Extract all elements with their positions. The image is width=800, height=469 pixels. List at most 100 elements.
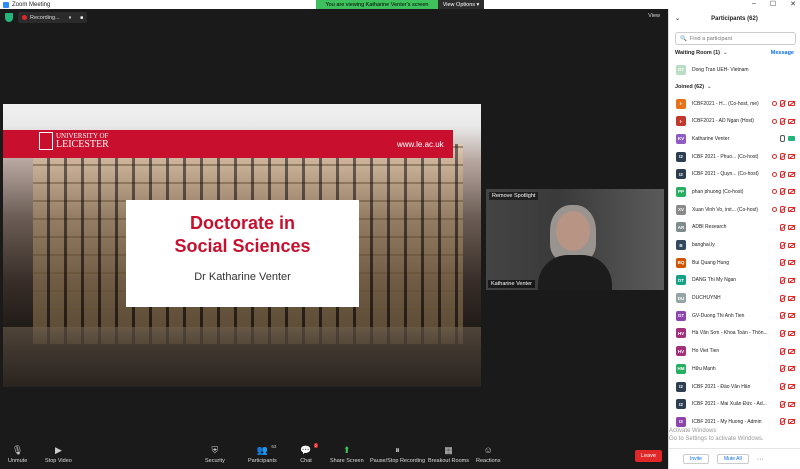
close-button[interactable]: ✕ bbox=[790, 0, 796, 8]
participants-header: ⌄ Participants (62) bbox=[669, 9, 800, 28]
participant-row[interactable]: I2 ICBF 2021 - Quyn... (Co-host) bbox=[669, 165, 800, 183]
participant-row[interactable]: Bbanghai.ly bbox=[669, 236, 800, 254]
microphone-muted-icon[interactable] bbox=[780, 400, 785, 408]
participants-button[interactable]: 👥 63 Participants bbox=[248, 444, 277, 464]
microphone-muted-icon[interactable] bbox=[780, 329, 785, 337]
participant-row[interactable]: I2 ICBF 2021 - Phuo... (Co-host) bbox=[669, 148, 800, 166]
mute-all-button[interactable]: Mute All bbox=[716, 454, 749, 464]
chevron-down-icon: ⌄ bbox=[707, 83, 712, 90]
avatar: I2 bbox=[676, 169, 686, 180]
leave-button[interactable]: Leave bbox=[635, 450, 662, 462]
breakout-rooms-button[interactable]: ▦ Breakout Rooms bbox=[428, 444, 469, 465]
participant-row[interactable]: AR ADBI Research bbox=[669, 219, 800, 237]
pause-recording-icon[interactable]: ⏸ bbox=[69, 15, 72, 21]
search-icon: 🔍 bbox=[680, 35, 687, 42]
breakout-rooms-icon: ▦ bbox=[444, 444, 453, 455]
recording-icon bbox=[772, 118, 777, 124]
view-button[interactable]: View bbox=[648, 13, 660, 19]
microphone-muted-icon[interactable] bbox=[780, 170, 785, 178]
invite-button[interactable]: Invite bbox=[683, 454, 709, 464]
recording-icon bbox=[772, 207, 777, 213]
microphone-muted-icon[interactable] bbox=[780, 117, 785, 125]
participant-row[interactable]: BQ Bui Quang Hung bbox=[669, 254, 800, 272]
participant-row[interactable]: I2 ICBF 2021 - Mai Xuân Đức - Ad... bbox=[669, 395, 800, 413]
slide-url: www.le.ac.uk bbox=[397, 140, 444, 149]
participant-row[interactable]: DT Dong Tran UEH- Vietnam bbox=[669, 61, 800, 79]
participant-row[interactable]: HM Hữu Mạnh bbox=[669, 360, 800, 378]
participant-row[interactable]: DU DUCHUYNH bbox=[669, 289, 800, 307]
search-input[interactable]: 🔍 Find a participant bbox=[675, 32, 796, 45]
shield-icon[interactable] bbox=[5, 13, 13, 22]
microphone-muted-icon[interactable] bbox=[780, 294, 785, 302]
participant-row[interactable]: XV Xuan Vinh Vo, irst... (Co-host) bbox=[669, 201, 800, 219]
participant-row[interactable]: HV Hà Văn Sơn - Khoa Toán - Thốn... bbox=[669, 325, 800, 343]
microphone-muted-icon[interactable] bbox=[780, 153, 785, 161]
reactions-button[interactable]: ☺ Reactions bbox=[476, 445, 500, 464]
microphone-muted-icon[interactable] bbox=[780, 312, 785, 320]
participant-name: Bui Quang Hung bbox=[692, 259, 729, 266]
meeting-area: Recording... ⏸ ■ You are viewing Kathari… bbox=[0, 0, 668, 441]
microphone-muted-icon[interactable] bbox=[780, 365, 785, 373]
microphone-icon[interactable] bbox=[780, 135, 785, 143]
participant-name: ICBF 2021 - Đào Văn Hân bbox=[692, 383, 751, 390]
participant-row[interactable]: KV Katharine Venter bbox=[669, 130, 800, 148]
microphone-muted-icon[interactable] bbox=[780, 206, 785, 214]
window-controls: – ☐ ✕ bbox=[752, 0, 796, 8]
participant-row[interactable]: GT GV-Duong Thi Anh Tien bbox=[669, 307, 800, 325]
participant-row[interactable]: I2 ICBF 2021 - Đào Văn Hân bbox=[669, 378, 800, 396]
video-off-icon bbox=[788, 224, 795, 230]
microphone-muted-icon[interactable] bbox=[780, 241, 785, 249]
more-options-icon[interactable]: ··· bbox=[757, 456, 764, 463]
chat-button[interactable]: 💬 2 Chat bbox=[300, 443, 318, 464]
microphone-muted-icon[interactable] bbox=[780, 223, 785, 231]
meeting-toolbar: 🎙 Unmute ▶ Stop Video ⛨ Security 👥 63 Par… bbox=[0, 441, 668, 469]
spotlight-video[interactable]: Remove Spotlight Katharine Venter bbox=[486, 189, 664, 290]
security-button[interactable]: ⛨ Security bbox=[205, 444, 225, 465]
slide-presenter: Dr Katharine Venter bbox=[194, 270, 291, 283]
participant-name: DANG Thi My Ngan bbox=[692, 277, 737, 284]
video-camera-icon bbox=[788, 136, 795, 142]
waiting-room-label: Waiting Room (1) bbox=[675, 50, 721, 56]
microphone-muted-icon[interactable] bbox=[780, 347, 785, 355]
microphone-muted-icon[interactable] bbox=[780, 383, 785, 391]
collapse-chevron-icon[interactable]: ⌄ bbox=[675, 15, 680, 22]
building-floor bbox=[3, 327, 481, 387]
participant-row[interactable]: I- ICBF2021 - H... (Co-host, me) bbox=[669, 95, 800, 113]
waiting-room-header[interactable]: Waiting Room (1) ⌄ Message bbox=[669, 45, 800, 61]
message-button[interactable]: Message bbox=[771, 50, 794, 56]
participant-name: ADBI Research bbox=[692, 224, 727, 231]
recording-icon bbox=[772, 171, 777, 177]
speaker-face bbox=[556, 211, 590, 251]
participant-row[interactable]: HV Ho Viet Tien bbox=[669, 342, 800, 360]
microphone-muted-icon[interactable] bbox=[780, 188, 785, 196]
joined-header[interactable]: Joined (62) ⌄ bbox=[669, 79, 800, 95]
unmute-button[interactable]: 🎙 Unmute bbox=[8, 445, 27, 465]
maximize-button[interactable]: ☐ bbox=[770, 0, 776, 8]
video-off-icon bbox=[788, 101, 795, 107]
microphone-muted-icon[interactable] bbox=[780, 259, 785, 267]
zoom-logo-icon bbox=[3, 1, 9, 8]
participant-row[interactable]: I- ICBF2021 - AD Ngan (Host) bbox=[669, 112, 800, 130]
joined-list: I- ICBF2021 - H... (Co-host, me) I- ICBF202… bbox=[669, 95, 800, 431]
microphone-muted-icon[interactable] bbox=[780, 418, 785, 426]
participant-row[interactable]: DT DANG Thi My Ngan bbox=[669, 272, 800, 290]
stop-recording-icon[interactable]: ■ bbox=[80, 15, 83, 21]
participant-name: DUCHUYNH bbox=[692, 295, 721, 302]
stop-video-button[interactable]: ▶ Stop Video bbox=[45, 445, 72, 465]
avatar: I2 bbox=[676, 381, 686, 392]
avatar: DU bbox=[676, 293, 686, 304]
participant-row[interactable]: PP phan phuong (Co-host) bbox=[669, 183, 800, 201]
minimize-button[interactable]: – bbox=[752, 0, 756, 8]
window-title: Zoom Meeting bbox=[12, 1, 51, 8]
pause-stop-recording-button[interactable]: ⏸ Pause/Stop Recording bbox=[370, 445, 425, 465]
participant-name: Ho Viet Tien bbox=[692, 348, 720, 355]
video-off-icon bbox=[788, 330, 795, 336]
slide-title-line2: Social Sciences bbox=[174, 236, 311, 257]
shield-icon: ⛨ bbox=[211, 444, 219, 455]
microphone-muted-icon[interactable] bbox=[780, 276, 785, 284]
participants-count: 63 bbox=[271, 444, 277, 449]
view-options-button[interactable]: View Options ▾ bbox=[438, 0, 484, 9]
microphone-muted-icon[interactable] bbox=[780, 100, 785, 108]
share-screen-button[interactable]: ⬆ Share Screen bbox=[330, 445, 364, 465]
remove-spotlight-button[interactable]: Remove Spotlight bbox=[489, 192, 539, 200]
